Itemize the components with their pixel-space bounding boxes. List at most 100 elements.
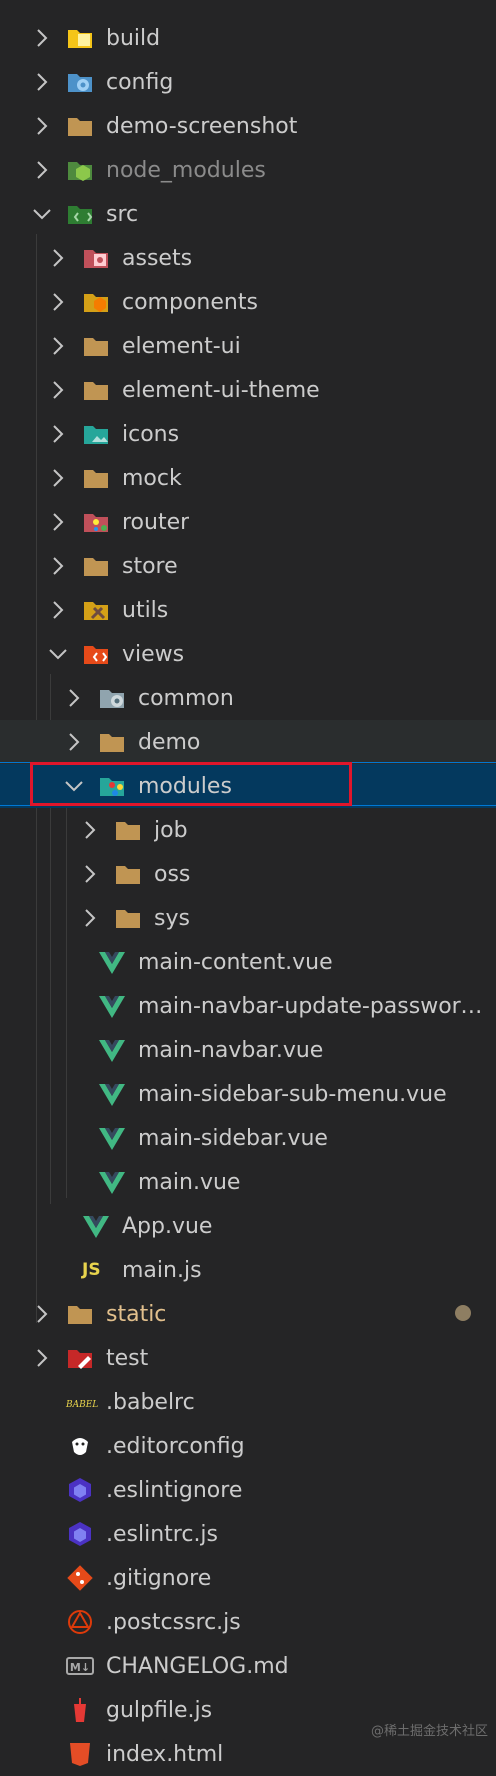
- item-label: main-navbar.vue: [138, 1037, 324, 1063]
- chevron-right-icon[interactable]: [46, 422, 70, 446]
- folder-views-icon: [82, 640, 110, 668]
- chevron-down-icon[interactable]: [46, 642, 70, 666]
- folder-item-sys[interactable]: sys: [0, 896, 496, 940]
- file-item-main-content-vue[interactable]: main-content.vue: [0, 940, 496, 984]
- chevron-right-icon[interactable]: [46, 598, 70, 622]
- chevron-right-icon[interactable]: [78, 862, 102, 886]
- item-label: job: [154, 817, 188, 843]
- item-label: test: [106, 1345, 149, 1371]
- file-item-main-navbar-update-password-vue[interactable]: main-navbar-update-password.vue: [0, 984, 496, 1028]
- folder-item-icons[interactable]: icons: [0, 412, 496, 456]
- vue-file-icon: [98, 1080, 126, 1108]
- item-label: element-ui-theme: [122, 377, 320, 403]
- folder-icon: [66, 1300, 94, 1328]
- folder-item-assets[interactable]: assets: [0, 236, 496, 280]
- eslint-file-icon: [66, 1520, 94, 1548]
- item-label: element-ui: [122, 333, 241, 359]
- chevron-right-icon[interactable]: [78, 906, 102, 930]
- folder-item-element-ui-theme[interactable]: element-ui-theme: [0, 368, 496, 412]
- chevron-right-icon[interactable]: [46, 246, 70, 270]
- chevron-down-icon[interactable]: [62, 774, 86, 798]
- vue-file-icon: [98, 992, 126, 1020]
- watermark: @稀土掘金技术社区: [370, 1724, 488, 1739]
- chevron-right-icon[interactable]: [30, 1346, 54, 1370]
- file-item-main-sidebar-vue[interactable]: main-sidebar.vue: [0, 1116, 496, 1160]
- folder-item-components[interactable]: components: [0, 280, 496, 324]
- file-item-main-navbar-vue[interactable]: main-navbar.vue: [0, 1028, 496, 1072]
- chevron-right-icon[interactable]: [62, 686, 86, 710]
- file-item-eslintignore[interactable]: .eslintignore: [0, 1468, 496, 1512]
- chevron-right-icon[interactable]: [78, 818, 102, 842]
- file-item-gitignore[interactable]: .gitignore: [0, 1556, 496, 1600]
- explorer-file-tree: build config demo-screenshot node_modulessr…: [0, 0, 496, 1767]
- file-item-editorconfig[interactable]: .editorconfig: [0, 1424, 496, 1468]
- chevron-right-icon[interactable]: [46, 510, 70, 534]
- folder-item-views[interactable]: views: [0, 632, 496, 676]
- file-item-eslintrc-js[interactable]: .eslintrc.js: [0, 1512, 496, 1556]
- chevron-right-icon[interactable]: [62, 730, 86, 754]
- file-item-babelrc[interactable]: BABEL .babelrc: [0, 1380, 496, 1424]
- folder-item-job[interactable]: job: [0, 808, 496, 852]
- chevron-down-icon[interactable]: [30, 202, 54, 226]
- chevron-right-icon[interactable]: [30, 158, 54, 182]
- item-label: static: [106, 1301, 167, 1327]
- item-label: views: [122, 641, 185, 667]
- item-label: config: [106, 69, 174, 95]
- item-label: mock: [122, 465, 182, 491]
- eslint-file-icon: [66, 1476, 94, 1504]
- item-label: main-sidebar-sub-menu.vue: [138, 1081, 447, 1107]
- chevron-right-icon[interactable]: [46, 466, 70, 490]
- file-item-main-sidebar-sub-menu-vue[interactable]: main-sidebar-sub-menu.vue: [0, 1072, 496, 1116]
- file-item-app-vue[interactable]: App.vue: [0, 1204, 496, 1248]
- folder-item-test[interactable]: test: [0, 1336, 496, 1380]
- chevron-right-icon[interactable]: [46, 554, 70, 578]
- folder-item-mock[interactable]: mock: [0, 456, 496, 500]
- file-item-postcssrc-js[interactable]: .postcssrc.js: [0, 1600, 496, 1644]
- chevron-right-icon[interactable]: [46, 290, 70, 314]
- folder-item-utils[interactable]: utils: [0, 588, 496, 632]
- folder-item-demo-screenshot[interactable]: demo-screenshot: [0, 104, 496, 148]
- gulp-file-icon: [66, 1696, 94, 1724]
- item-label: node_modules: [106, 157, 266, 183]
- chevron-right-icon[interactable]: [46, 334, 70, 358]
- item-label: router: [122, 509, 190, 535]
- item-label: components: [122, 289, 258, 315]
- folder-build-icon: [66, 24, 94, 52]
- folder-node-icon: [66, 156, 94, 184]
- chevron-right-icon[interactable]: [46, 378, 70, 402]
- item-label: utils: [122, 597, 169, 623]
- folder-item-src[interactable]: src: [0, 192, 496, 236]
- item-label: .postcssrc.js: [106, 1609, 241, 1635]
- vue-file-icon: [98, 948, 126, 976]
- folder-item-static[interactable]: static: [0, 1292, 496, 1336]
- chevron-right-icon[interactable]: [30, 114, 54, 138]
- folder-item-oss[interactable]: oss: [0, 852, 496, 896]
- item-label: main-content.vue: [138, 949, 333, 975]
- folder-utils-icon: [82, 596, 110, 624]
- folder-test-icon: [66, 1344, 94, 1372]
- vue-file-icon: [98, 1036, 126, 1064]
- file-item-main-vue[interactable]: main.vue: [0, 1160, 496, 1204]
- svg-text:M↓: M↓: [70, 1661, 90, 1674]
- file-item-changelog-md[interactable]: M↓ CHANGELOG.md: [0, 1644, 496, 1688]
- folder-item-demo[interactable]: demo: [0, 720, 496, 764]
- folder-icon: [114, 904, 142, 932]
- folder-modules-icon: [98, 772, 126, 800]
- folder-common-icon: [98, 684, 126, 712]
- folder-item-node-modules[interactable]: node_modules: [0, 148, 496, 192]
- babel-file-icon: BABEL: [66, 1400, 99, 1410]
- js-file-icon: JS: [82, 1260, 101, 1280]
- chevron-right-icon[interactable]: [30, 1302, 54, 1326]
- folder-item-build[interactable]: build: [0, 16, 496, 60]
- folder-item-common[interactable]: common: [0, 676, 496, 720]
- file-item-main-js[interactable]: JS main.js: [0, 1248, 496, 1292]
- folder-item-modules[interactable]: modules: [0, 764, 496, 808]
- folder-icon: [82, 464, 110, 492]
- folder-item-store[interactable]: store: [0, 544, 496, 588]
- chevron-right-icon[interactable]: [30, 70, 54, 94]
- chevron-right-icon[interactable]: [30, 26, 54, 50]
- folder-item-element-ui[interactable]: element-ui: [0, 324, 496, 368]
- folder-item-config[interactable]: config: [0, 60, 496, 104]
- item-label: src: [106, 201, 139, 227]
- folder-item-router[interactable]: router: [0, 500, 496, 544]
